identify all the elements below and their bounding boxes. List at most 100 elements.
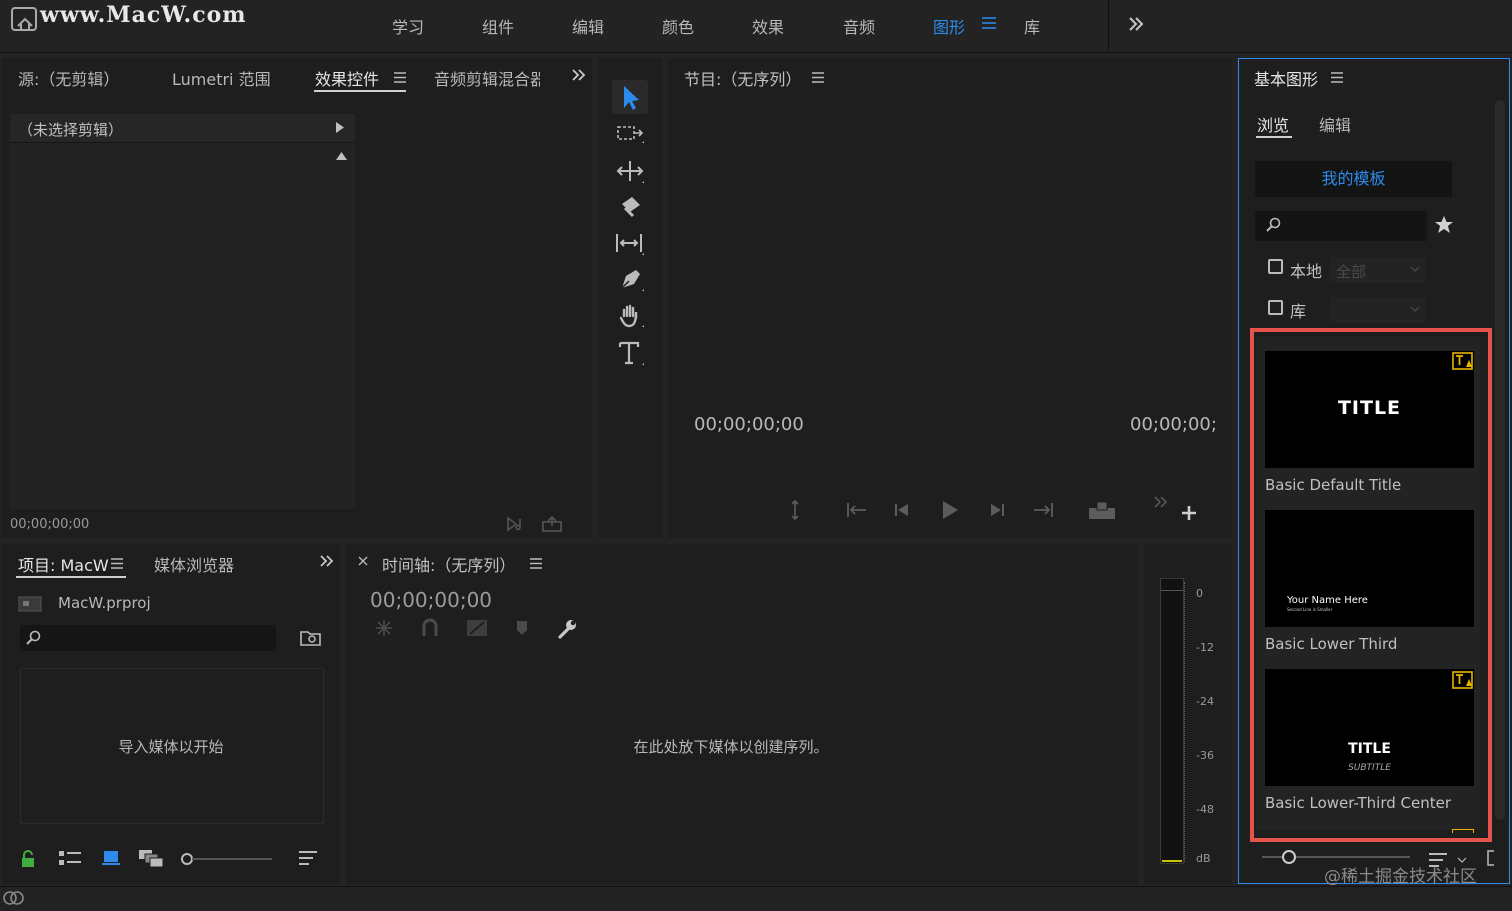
favorite-star-icon[interactable] (1434, 215, 1454, 235)
tab-project[interactable]: 项目: MacW (18, 552, 109, 576)
my-templates-button[interactable]: 我的模板 (1255, 161, 1452, 197)
library-checkbox[interactable] (1268, 300, 1283, 315)
watermark-bottom: @稀土掘金技术社区 (1324, 867, 1477, 887)
new-bin-icon[interactable] (300, 628, 322, 646)
program-menu-icon[interactable] (812, 72, 824, 83)
program-panel (668, 58, 1232, 538)
local-dropdown[interactable]: 全部 (1330, 257, 1426, 283)
workspace-menu-icon[interactable] (982, 17, 996, 29)
tab-audio-clip-mixer-label: 音频剪辑混合器 (434, 70, 540, 89)
step-forward-icon[interactable] (988, 502, 1006, 518)
new-item-icon[interactable] (1487, 850, 1495, 866)
tab-lumetri-scopes[interactable]: Lumetri 范围 (172, 66, 271, 90)
type-tool-icon[interactable] (616, 338, 646, 368)
workspace-tab-audio[interactable]: 音频 (843, 14, 875, 38)
effect-controls-menu-icon[interactable] (394, 72, 406, 83)
project-overflow-icon[interactable] (320, 554, 334, 568)
meter-label-24: -24 (1196, 695, 1214, 708)
essential-graphics-title[interactable]: 基本图形 (1254, 66, 1318, 90)
sort-icon[interactable] (298, 850, 318, 866)
pen-tool-icon[interactable] (616, 266, 646, 294)
tab-media-browser[interactable]: 媒体浏览器 (154, 552, 234, 576)
meter-label-0: 0 (1196, 587, 1203, 600)
clip-header-label: （未选择剪辑） (18, 121, 124, 139)
scroll-up-icon[interactable] (336, 152, 347, 160)
workspace-divider (1108, 0, 1109, 52)
local-label: 本地 (1290, 262, 1323, 281)
program-title[interactable]: 节目:（无序列） (684, 66, 801, 90)
tab-audio-clip-mixer[interactable]: 音频剪辑混合器 (434, 66, 540, 90)
meter-label-db: dB (1196, 852, 1211, 865)
workspace-tab-learn[interactable]: 学习 (392, 14, 424, 38)
project-search-icon (26, 630, 42, 646)
meter-label-48: -48 (1196, 803, 1214, 816)
source-timecode: 00;00;00;00 (10, 517, 90, 532)
nest-sequence-icon[interactable] (374, 618, 394, 638)
audio-meter-bar (1160, 578, 1184, 864)
audio-meter-ticks (1184, 582, 1191, 862)
timeline-settings-wrench-icon[interactable] (556, 618, 578, 640)
hand-tool-icon[interactable] (616, 302, 646, 330)
workspace-tab-assembly[interactable]: 组件 (482, 14, 514, 38)
program-overflow-icon[interactable] (1154, 496, 1168, 508)
project-empty-text: 导入媒体以开始 (118, 738, 224, 756)
workspace-tab-color[interactable]: 颜色 (662, 14, 694, 38)
eg-browse-underline (1256, 136, 1292, 138)
chevron-down-icon (1410, 306, 1420, 312)
library-dropdown[interactable] (1330, 297, 1426, 323)
razor-tool-icon[interactable] (616, 194, 646, 222)
timeline-empty-text: 在此处放下媒体以创建序列。 (633, 738, 829, 756)
go-to-in-icon[interactable] (846, 502, 868, 518)
add-marker-timeline-icon[interactable] (516, 620, 528, 636)
meter-label-12: -12 (1196, 641, 1214, 654)
add-marker-icon[interactable] (788, 500, 802, 520)
expand-arrow-icon[interactable] (336, 122, 344, 133)
timeline-title[interactable]: 时间轴:（无序列） (382, 552, 515, 576)
track-select-tool-icon[interactable] (616, 122, 646, 148)
ripple-edit-tool-icon[interactable] (616, 158, 646, 186)
source-overflow-icon[interactable] (572, 68, 586, 82)
local-dropdown-value: 全部 (1336, 263, 1367, 281)
button-editor-plus-icon[interactable] (1181, 505, 1197, 521)
export-frame-icon[interactable] (1088, 500, 1116, 520)
workspace-tab-effects[interactable]: 效果 (752, 14, 784, 38)
status-bar (0, 886, 1512, 911)
audio-meter-peak (1161, 578, 1183, 591)
project-tab-underline (16, 576, 126, 578)
step-back-icon[interactable] (893, 502, 911, 518)
audio-meter-level (1162, 860, 1182, 862)
home-icon[interactable] (10, 6, 40, 36)
timeline-close-icon[interactable] (358, 556, 368, 566)
eg-scrollbar[interactable] (1495, 100, 1505, 820)
export-icon[interactable] (542, 516, 562, 532)
project-menu-icon[interactable] (111, 558, 123, 569)
workspace-tab-editing[interactable]: 编辑 (572, 14, 604, 38)
timeline-menu-icon[interactable] (530, 558, 542, 569)
local-checkbox[interactable] (1268, 259, 1283, 274)
eg-tab-browse[interactable]: 浏览 (1257, 112, 1289, 136)
timeline-timecode[interactable]: 00;00;00;00 (370, 588, 492, 612)
audio-only-icon[interactable] (506, 516, 526, 532)
workspace-tab-libraries[interactable]: 库 (1024, 14, 1040, 38)
play-icon[interactable] (940, 500, 960, 520)
slip-tool-icon[interactable] (614, 230, 646, 258)
project-search-input[interactable] (20, 625, 276, 651)
tab-source[interactable]: 源:（无剪辑） (18, 66, 119, 90)
list-view-icon[interactable] (58, 850, 82, 866)
workspace-tab-graphics[interactable]: 图形 (933, 14, 965, 38)
snap-icon[interactable] (421, 618, 439, 638)
lock-icon[interactable] (20, 850, 36, 868)
program-timecode-left: 00;00;00;00 (694, 414, 804, 435)
chevron-down-icon (1410, 266, 1420, 272)
tab-effect-controls[interactable]: 效果控件 (315, 66, 379, 90)
selection-tool-icon[interactable] (612, 80, 648, 114)
workspace-overflow-icon[interactable] (1128, 16, 1144, 32)
linked-selection-icon[interactable] (466, 618, 488, 638)
eg-tab-edit[interactable]: 编辑 (1319, 112, 1351, 136)
icon-view-icon[interactable] (102, 850, 120, 866)
go-to-out-icon[interactable] (1032, 502, 1054, 518)
creative-cloud-icon[interactable] (2, 889, 26, 907)
zoom-slider[interactable] (180, 852, 274, 866)
essential-graphics-menu-icon[interactable] (1331, 72, 1343, 83)
freeform-view-icon[interactable] (138, 848, 164, 868)
